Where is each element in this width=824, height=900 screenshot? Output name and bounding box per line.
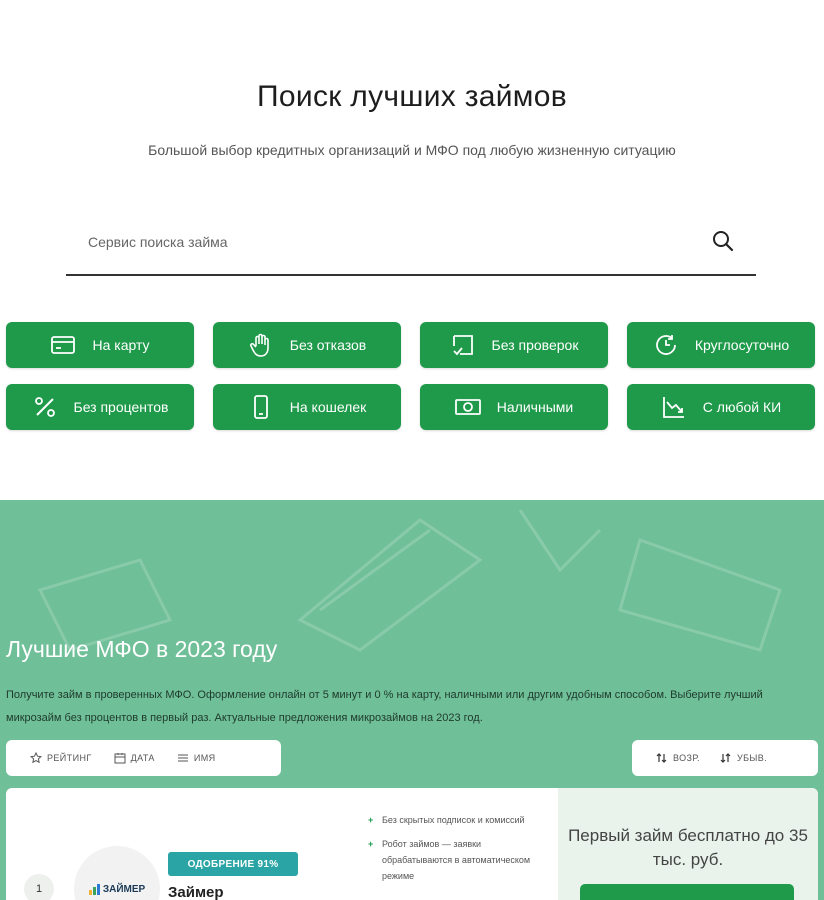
approval-badge: ОДОБРЕНИЕ 91%: [168, 852, 298, 876]
percent-icon: [32, 394, 58, 420]
category-button-no-interest[interactable]: Без процентов: [6, 384, 194, 430]
get-loan-button[interactable]: [580, 884, 794, 900]
rank-badge: 1: [24, 874, 54, 900]
category-button-no-refusal[interactable]: Без отказов: [213, 322, 401, 368]
best-mfo-section: Лучшие МФО в 2023 году Получите займ в п…: [0, 500, 824, 900]
category-button-wallet[interactable]: На кошелек: [213, 384, 401, 430]
feature-item: Без скрытых подписок и комиссий: [368, 812, 540, 828]
star-icon: [30, 752, 42, 764]
offer-card[interactable]: 1 ЗАЙМЕР ОДОБРЕНИЕ 91% Займер Без скрыты…: [6, 788, 818, 900]
sort-date-label: ДАТА: [130, 753, 155, 763]
lender-name[interactable]: Займер: [168, 884, 224, 900]
card-icon: [50, 332, 76, 358]
sort-name-label: ИМЯ: [193, 753, 216, 763]
category-label: Наличными: [496, 399, 574, 415]
category-button-card[interactable]: На карту: [6, 322, 194, 368]
sort-by-panel: РЕЙТИНГ ДАТА ИМЯ: [6, 740, 281, 776]
check-doc-icon: [450, 332, 476, 358]
category-label: На кошелек: [289, 399, 367, 415]
page-title: Поиск лучших займов: [257, 80, 567, 113]
section-title: Лучшие МФО в 2023 году: [6, 636, 278, 662]
hero-section: Поиск лучших займов Большой выбор кредит…: [0, 0, 824, 500]
sort-asc-icon: [656, 753, 667, 763]
sort-ascending[interactable]: ВОЗР.: [656, 752, 700, 764]
page-subtitle: Большой выбор кредитных организаций и МФ…: [148, 142, 676, 158]
feature-list: Без скрытых подписок и комиссий Робот за…: [368, 812, 540, 892]
sort-by-date[interactable]: ДАТА: [114, 752, 155, 764]
category-label: Круглосуточно: [694, 337, 790, 353]
offer-headline: Первый займ бесплатно до 35 тыс. руб.: [568, 826, 808, 869]
lender-logo: ЗАЙМЕР: [74, 846, 160, 900]
list-icon: [177, 754, 188, 762]
cash-icon: [454, 394, 481, 420]
sort-descending[interactable]: УБЫВ.: [720, 752, 767, 764]
feature-item: Робот займов — заявки обрабатываются в а…: [368, 836, 540, 884]
sort-asc-label: ВОЗР.: [673, 753, 700, 763]
sort-desc-icon: [720, 753, 731, 763]
category-button-no-checks[interactable]: Без проверок: [420, 322, 608, 368]
category-button-cash[interactable]: Наличными: [420, 384, 608, 430]
chart-down-icon: [661, 394, 687, 420]
logo-text: ЗАЙМЕР: [102, 883, 146, 895]
sort-by-rating[interactable]: РЕЙТИНГ: [30, 752, 92, 764]
sort-desc-label: УБЫВ.: [736, 753, 768, 763]
category-button-any-credit[interactable]: С любой КИ: [627, 384, 815, 430]
logo-bars-icon: [88, 883, 100, 895]
offer-highlight: Первый займ бесплатно до 35 тыс. руб.: [558, 788, 818, 900]
hand-icon: [248, 332, 274, 358]
sort-by-name[interactable]: ИМЯ: [177, 752, 216, 764]
category-grid: На карту Без отказов Без проверок Кругло…: [6, 322, 818, 430]
category-label: Без отказов: [289, 337, 367, 353]
category-label: Без проверок: [491, 337, 579, 353]
sort-rating-label: РЕЙТИНГ: [47, 753, 92, 763]
category-label: На карту: [92, 337, 150, 353]
search-icon[interactable]: [710, 228, 736, 254]
sort-order-panel: ВОЗР. УБЫВ.: [632, 740, 818, 776]
section-description: Получите займ в проверенных МФО. Оформле…: [6, 689, 763, 724]
category-label: С любой КИ: [702, 399, 782, 415]
category-button-24h[interactable]: Круглосуточно: [627, 322, 815, 368]
search-input[interactable]: [88, 228, 688, 256]
phone-icon: [248, 394, 274, 420]
search-bar: [66, 214, 756, 276]
calendar-icon: [114, 753, 126, 764]
clock-icon: [653, 332, 679, 358]
category-label: Без процентов: [73, 399, 169, 415]
